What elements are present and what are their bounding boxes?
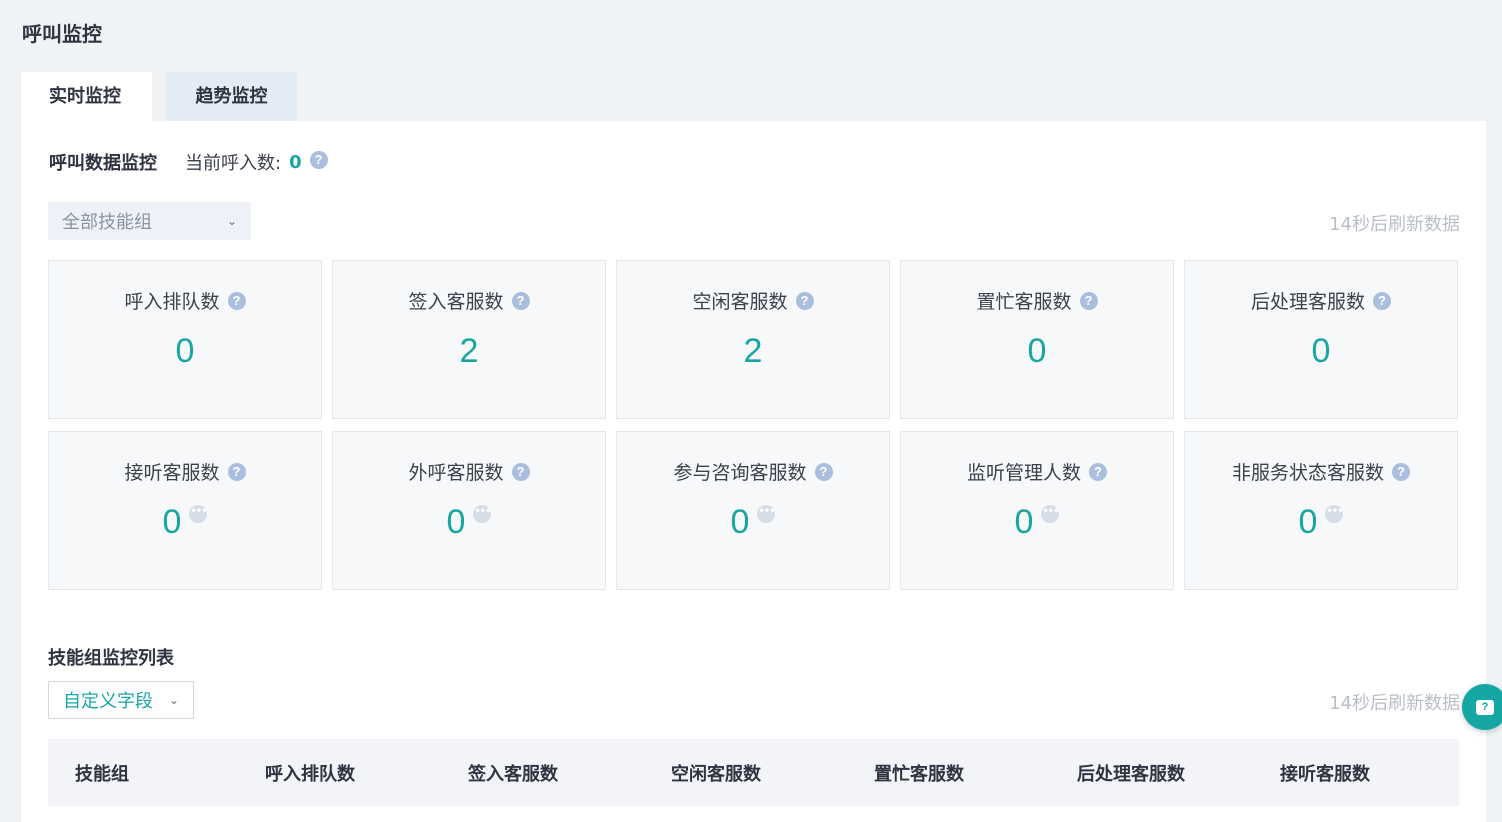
stat-value: 2 — [743, 332, 763, 370]
section-title: 呼叫数据监控 — [49, 153, 157, 174]
group-list-title: 技能组监控列表 — [48, 648, 174, 669]
question-circle-icon[interactable]: ? — [1373, 291, 1391, 310]
refresh-countdown: 14秒后刷新数据 — [1329, 693, 1460, 714]
column-header[interactable]: 技能组 — [75, 760, 129, 786]
stat-value: 0 — [730, 503, 750, 541]
question-circle-icon[interactable]: ? — [1392, 462, 1410, 481]
stat-card: 呼入排队数? 0 — [48, 260, 322, 419]
stat-value: 0 — [162, 503, 182, 541]
stats-grid: 呼入排队数? 0 签入客服数? 2 空闲客服数? 2 置忙客服数? 0 后处理客… — [48, 260, 1459, 590]
realtime-panel: 呼叫数据监控 当前呼入数: 0 ? 全部技能组 ⌄ 14秒后刷新数据 呼入排队数… — [21, 121, 1486, 822]
refresh-countdown: 14秒后刷新数据 — [1329, 214, 1460, 235]
chevron-down-icon: ⌄ — [168, 693, 179, 707]
column-header[interactable]: 呼入排队数 — [265, 760, 355, 786]
more-dots-icon[interactable]: ••• — [1041, 505, 1060, 523]
help-chat-button[interactable]: ? — [1462, 684, 1502, 730]
stat-card: 外呼客服数? 0 ••• — [332, 431, 606, 590]
column-header[interactable]: 签入客服数 — [468, 760, 558, 786]
column-header[interactable]: 置忙客服数 — [874, 760, 964, 786]
question-circle-icon[interactable]: ? — [511, 462, 530, 481]
stat-card: 监听管理人数? 0 ••• — [900, 431, 1174, 590]
question-circle-icon[interactable]: ? — [1079, 291, 1098, 310]
stat-value: 0 — [1298, 503, 1318, 541]
current-calls-label: 当前呼入数: — [185, 153, 282, 174]
table-header: 技能组 呼入排队数 签入客服数 空闲客服数 置忙客服数 后处理客服数 接听客服数 — [48, 739, 1459, 806]
stat-label: 参与咨询客服数 — [673, 462, 807, 484]
tab-trend[interactable]: 趋势监控 — [166, 72, 297, 121]
custom-fields-label: 自定义字段 — [63, 691, 153, 712]
stat-value: 0 — [1014, 503, 1034, 541]
question-circle-icon[interactable]: ? — [511, 291, 530, 310]
help-chat-icon: ? — [1476, 699, 1494, 715]
skill-group-select[interactable]: 全部技能组 ⌄ — [48, 202, 251, 240]
stat-label: 签入客服数 — [408, 291, 504, 313]
stat-label: 接听客服数 — [124, 462, 220, 484]
stat-card: 接听客服数? 0 ••• — [48, 431, 322, 590]
tab-realtime[interactable]: 实时监控 — [21, 72, 152, 121]
chevron-down-icon: ⌄ — [226, 214, 237, 228]
custom-fields-button[interactable]: 自定义字段 ⌄ — [48, 681, 194, 719]
stat-card: 置忙客服数? 0 — [900, 260, 1174, 419]
stat-label: 置忙客服数 — [976, 291, 1072, 313]
stat-value: 0 — [1027, 332, 1047, 370]
column-header[interactable]: 后处理客服数 — [1077, 760, 1185, 786]
stat-value: 0 — [446, 503, 466, 541]
tab-bar: 实时监控 趋势监控 — [21, 72, 297, 121]
stat-label: 外呼客服数 — [408, 462, 504, 484]
question-circle-icon[interactable]: ? — [227, 462, 246, 481]
stat-card: 非服务状态客服数? 0 ••• — [1184, 431, 1458, 590]
stat-card: 参与咨询客服数? 0 ••• — [616, 431, 890, 590]
more-dots-icon[interactable]: ••• — [473, 505, 492, 523]
skill-group-select-value: 全部技能组 — [62, 212, 152, 233]
stat-label: 空闲客服数 — [692, 291, 788, 313]
stat-value: 0 — [1311, 332, 1331, 370]
question-circle-icon[interactable]: ? — [1089, 462, 1107, 481]
stat-label: 非服务状态客服数 — [1231, 462, 1384, 484]
stat-value: 0 — [175, 332, 195, 370]
current-calls-value: 0 — [289, 151, 302, 173]
stat-card: 后处理客服数? 0 — [1184, 260, 1458, 419]
stat-label: 后处理客服数 — [1250, 291, 1365, 313]
stat-label: 监听管理人数 — [966, 462, 1081, 484]
stat-card: 空闲客服数? 2 — [616, 260, 890, 419]
more-dots-icon[interactable]: ••• — [757, 505, 776, 523]
question-circle-icon[interactable]: ? — [795, 291, 814, 310]
question-circle-icon[interactable]: ? — [227, 291, 246, 310]
section-header: 呼叫数据监控 当前呼入数: 0 ? — [49, 149, 328, 175]
column-header[interactable]: 空闲客服数 — [671, 760, 761, 786]
stat-label: 呼入排队数 — [124, 291, 220, 313]
more-dots-icon[interactable]: ••• — [1325, 505, 1344, 523]
page-title: 呼叫监控 — [22, 22, 102, 46]
more-dots-icon[interactable]: ••• — [189, 505, 208, 523]
stat-card: 签入客服数? 2 — [332, 260, 606, 419]
question-circle-icon[interactable]: ? — [309, 151, 328, 169]
question-circle-icon[interactable]: ? — [814, 462, 833, 481]
stat-value: 2 — [459, 332, 479, 370]
column-header[interactable]: 接听客服数 — [1280, 760, 1370, 786]
